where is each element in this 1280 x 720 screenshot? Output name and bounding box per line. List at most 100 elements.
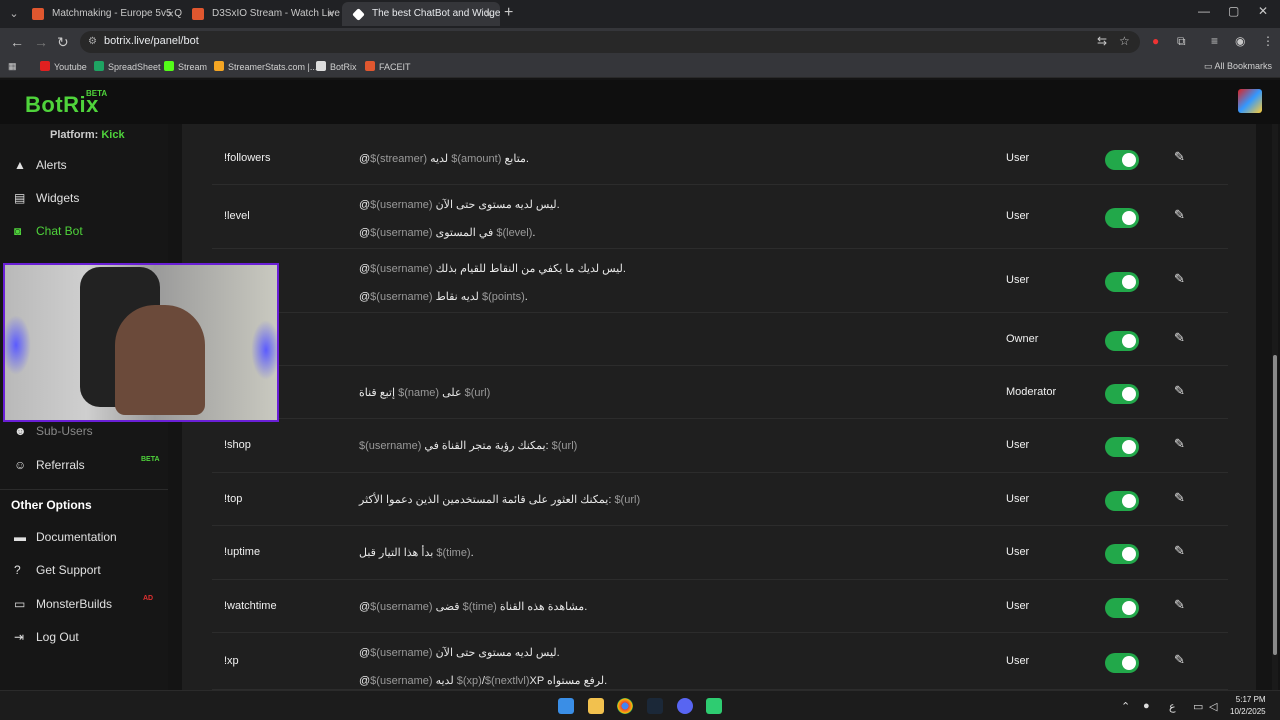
- command-name: !level: [224, 210, 250, 222]
- divider: [0, 489, 168, 490]
- sidebar-item-chat-bot[interactable]: ◙ Chat Bot: [14, 224, 83, 238]
- site-info-icon[interactable]: ⚙: [88, 36, 97, 47]
- command-row: !xp @$(username) ليس لديه مستوى حتى الآن.…: [212, 633, 1228, 690]
- browser-tab[interactable]: Matchmaking - Europe 5v5 Qu ×: [22, 2, 182, 26]
- windows-start-icon[interactable]: [558, 698, 574, 714]
- omnibox[interactable]: ⚙ botrix.live/panel/bot: [80, 31, 1140, 53]
- apps-icon[interactable]: ▦: [8, 61, 17, 72]
- sidebar-item-referrals[interactable]: ☺ Referrals: [14, 458, 85, 472]
- edit-icon[interactable]: ✎: [1174, 330, 1185, 346]
- tray-chevron-icon[interactable]: ⌃: [1121, 700, 1130, 713]
- browser-tab[interactable]: D3SxIO Stream - Watch Live on ×: [182, 2, 342, 26]
- close-icon[interactable]: ×: [327, 2, 334, 26]
- microphone-icon[interactable]: ●: [1143, 700, 1150, 712]
- app-icon[interactable]: [706, 698, 722, 714]
- bookmark-botrix[interactable]: BotRix: [316, 61, 357, 72]
- sidebar-item-alerts[interactable]: ▲ Alerts: [14, 158, 67, 172]
- edit-icon[interactable]: ✎: [1174, 271, 1185, 287]
- robot-icon: ◙: [14, 224, 22, 238]
- sidebar-item-sub-users[interactable]: ☻ Sub-Users: [14, 424, 93, 438]
- maximize-icon[interactable]: ▢: [1228, 4, 1239, 18]
- reload-icon[interactable]: ↻: [57, 34, 69, 51]
- back-icon[interactable]: ←: [10, 34, 24, 50]
- star-icon[interactable]: ☆: [1119, 34, 1130, 48]
- sidebar-item-log-out[interactable]: ⇥ Log Out: [14, 630, 79, 644]
- windows-taskbar: ⌃ ● ع ▭ ◁ 5:17 PM 10/2/2025: [0, 690, 1280, 720]
- minimize-icon[interactable]: —: [1198, 4, 1210, 18]
- all-bookmarks[interactable]: ▭ All Bookmarks: [1204, 61, 1272, 72]
- bookmark-youtube[interactable]: Youtube: [40, 61, 87, 72]
- enable-toggle[interactable]: [1105, 598, 1139, 618]
- tab-search-icon[interactable]: ⌄: [6, 6, 22, 22]
- command-response: @$(username) ليس لديه مستوى حتى الآن.: [359, 199, 560, 211]
- edit-icon[interactable]: ✎: [1174, 597, 1185, 613]
- bookmark-spreadsheet[interactable]: SpreadSheet: [94, 61, 161, 72]
- sidebar-item-documentation[interactable]: ▬ Documentation: [14, 530, 117, 544]
- command-role: User: [1006, 546, 1030, 558]
- extension-icon[interactable]: ●: [1152, 34, 1159, 48]
- sidebar-item-monsterbuilds[interactable]: ▭ MonsterBuilds: [14, 597, 112, 611]
- language-indicator[interactable]: ع: [1169, 700, 1176, 713]
- enable-toggle[interactable]: [1105, 331, 1139, 351]
- close-icon[interactable]: ×: [485, 2, 492, 26]
- steam-icon[interactable]: [647, 698, 663, 714]
- close-icon[interactable]: ×: [167, 2, 174, 26]
- command-role: User: [1006, 210, 1030, 222]
- file-explorer-icon[interactable]: [588, 698, 604, 714]
- edit-icon[interactable]: ✎: [1174, 436, 1185, 452]
- clock[interactable]: 5:17 PM 10/2/2025: [1230, 694, 1266, 718]
- edit-icon[interactable]: ✎: [1174, 652, 1185, 668]
- bookmark-faceit[interactable]: FACEIT: [365, 61, 411, 72]
- enable-toggle[interactable]: [1105, 544, 1139, 564]
- monitor-icon: ▭: [14, 597, 26, 611]
- referrals-icon: ☺: [14, 458, 27, 472]
- url-text[interactable]: botrix.live/panel/bot: [104, 35, 199, 47]
- discord-icon[interactable]: [677, 698, 693, 714]
- command-response: @$(username) ليس لديه مستوى حتى الآن.: [359, 647, 560, 659]
- translate-icon[interactable]: ⇆: [1097, 34, 1107, 48]
- menu-icon[interactable]: ⋮: [1262, 34, 1274, 48]
- new-tab-icon[interactable]: +: [504, 4, 513, 22]
- beta-tag: BETA: [86, 89, 108, 98]
- command-role: User: [1006, 439, 1030, 451]
- volume-icon[interactable]: ◁: [1209, 700, 1217, 713]
- close-window-icon[interactable]: ✕: [1258, 4, 1268, 18]
- edit-icon[interactable]: ✎: [1174, 543, 1185, 559]
- webcam-overlay: [3, 263, 279, 422]
- network-icon[interactable]: ▭: [1193, 700, 1203, 713]
- users-icon: ☻: [14, 424, 27, 438]
- edit-icon[interactable]: ✎: [1174, 383, 1185, 399]
- command-row: !watchtime @$(username) قضى $(time) مشاهد…: [212, 580, 1228, 633]
- botrix-icon: [316, 61, 326, 71]
- sidebar-item-widgets[interactable]: ▤ Widgets: [14, 191, 79, 205]
- browser-tab-active[interactable]: The best ChatBot and Widgets ×: [342, 2, 500, 26]
- edit-icon[interactable]: ✎: [1174, 149, 1185, 165]
- tab-title: D3SxIO Stream - Watch Live on: [212, 8, 342, 19]
- bookmark-streamerstats[interactable]: StreamerStats.com |...: [214, 61, 317, 72]
- enable-toggle[interactable]: [1105, 653, 1139, 673]
- edit-icon[interactable]: ✎: [1174, 207, 1185, 223]
- kick-icon: [164, 61, 174, 71]
- bookmark-stream[interactable]: Stream: [164, 61, 207, 72]
- logout-icon: ⇥: [14, 630, 25, 644]
- tab-title: Matchmaking - Europe 5v5 Qu: [52, 8, 182, 19]
- command-role: User: [1006, 655, 1030, 667]
- enable-toggle[interactable]: [1105, 150, 1139, 170]
- extensions-icon[interactable]: ⧉: [1177, 34, 1186, 49]
- faceit-icon: [365, 61, 375, 71]
- profile-icon[interactable]: ◉: [1235, 34, 1245, 48]
- chrome-icon[interactable]: [617, 698, 633, 714]
- enable-toggle[interactable]: [1105, 208, 1139, 228]
- sidebar-item-get-support[interactable]: ? Get Support: [14, 563, 101, 577]
- help-icon: ?: [14, 563, 21, 577]
- edit-icon[interactable]: ✎: [1174, 490, 1185, 506]
- avatar[interactable]: [1238, 89, 1262, 113]
- media-icon[interactable]: ≡: [1211, 34, 1218, 48]
- enable-toggle[interactable]: [1105, 384, 1139, 404]
- scrollbar-thumb[interactable]: [1273, 355, 1277, 655]
- enable-toggle[interactable]: [1105, 491, 1139, 511]
- enable-toggle[interactable]: [1105, 437, 1139, 457]
- enable-toggle[interactable]: [1105, 272, 1139, 292]
- forward-icon[interactable]: →: [34, 34, 48, 50]
- command-role: User: [1006, 274, 1030, 286]
